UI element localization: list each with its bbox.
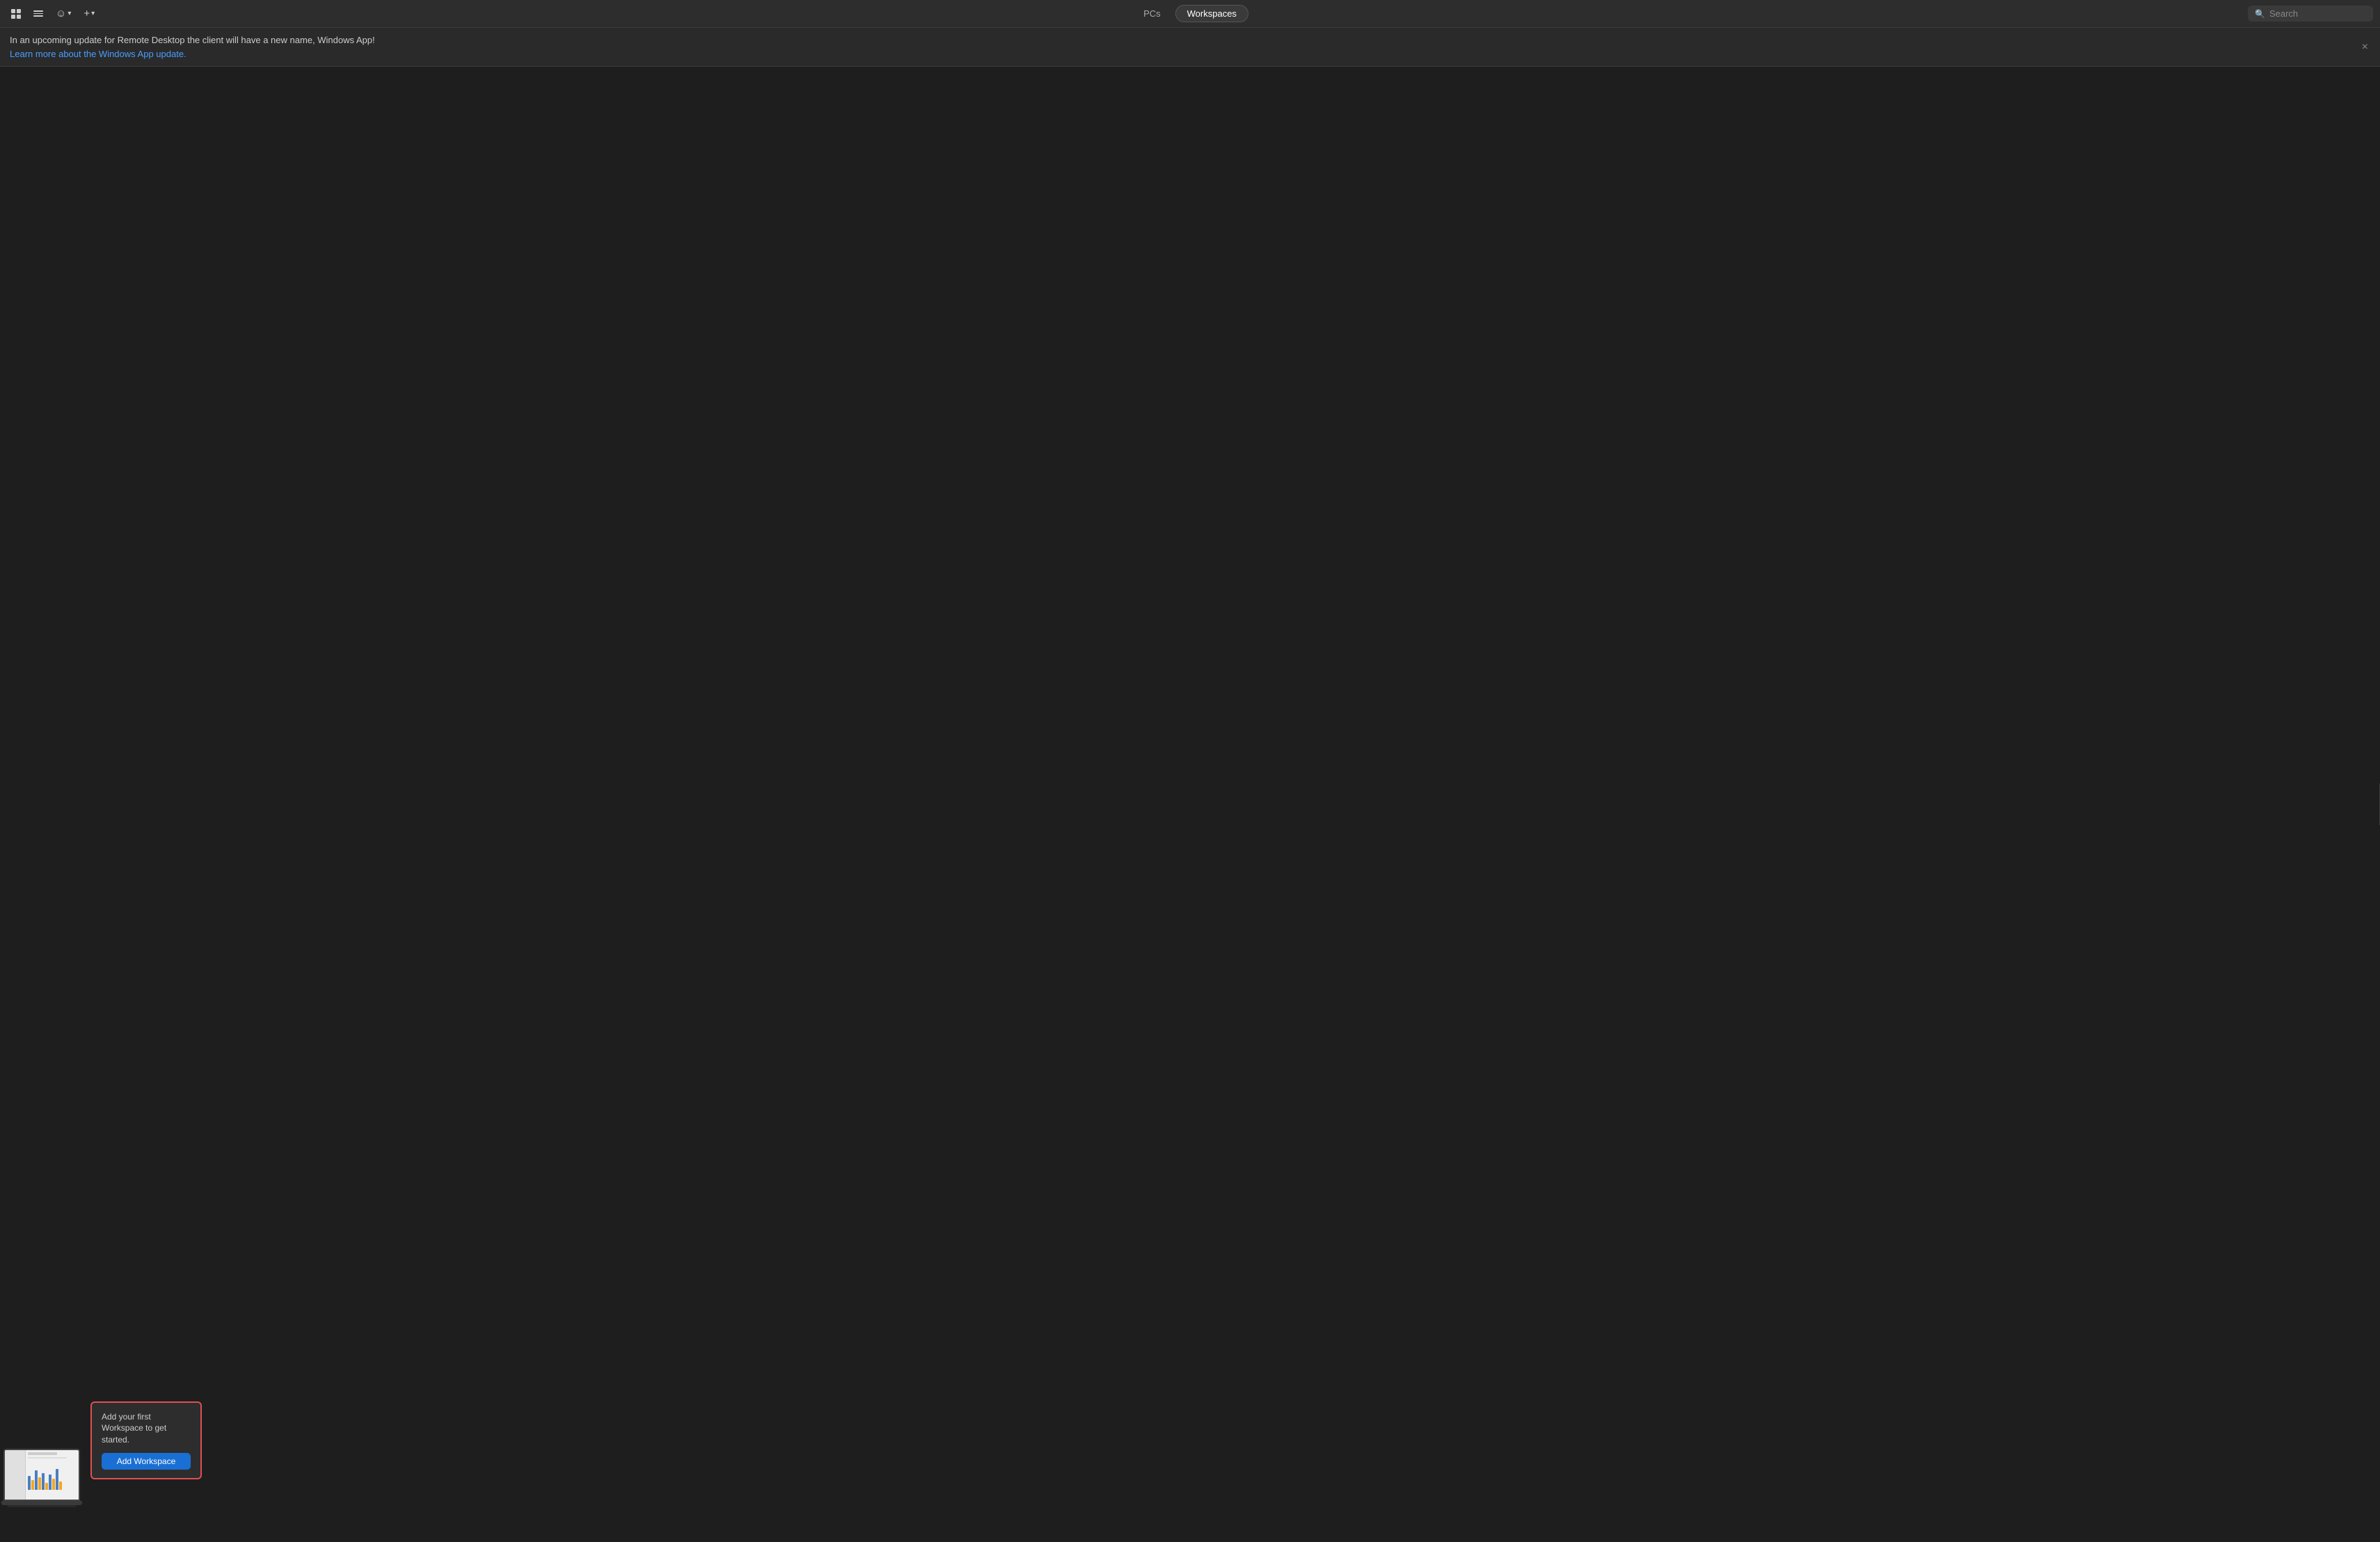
laptop-content-sim [26,1450,79,1500]
list-icon [33,10,43,17]
workspace-callout: Add your first Workspace to get started.… [90,1401,202,1479]
chart-bars [28,1469,77,1490]
main-content: Add your first Workspace to get started.… [0,67,2380,1542]
banner-message: In an upcoming update for Remote Desktop… [10,35,375,45]
list-view-button[interactable] [29,8,47,19]
banner-link[interactable]: Learn more about the Windows App update. [10,49,187,59]
chart-bar [42,1473,45,1490]
search-input[interactable] [2269,8,2366,19]
chart-bar [28,1476,31,1490]
banner-close-button[interactable]: × [2358,40,2372,54]
chevron-down-icon: ▾ [68,10,71,17]
plus-icon: + [84,8,90,19]
smiley-icon: ☺ [56,8,66,19]
chart-bar [56,1469,58,1490]
chart-bar [59,1481,62,1490]
grid-view-button[interactable] [7,6,25,22]
chart-bar [45,1483,48,1490]
add-workspace-button[interactable]: Add Workspace [102,1453,191,1470]
chart-bar [35,1470,38,1490]
grid-icon [11,9,21,19]
toolbar: ☺ ▾ + ▾ PCs Workspaces 🔍 [0,0,2380,28]
laptop-illustration [0,1449,84,1507]
tab-pcs[interactable]: PCs [1132,5,1173,22]
laptop-screen [3,1449,80,1501]
tab-workspaces[interactable]: Workspaces [1175,5,1248,22]
add-button[interactable]: + ▾ [79,5,99,22]
chart-bar [38,1477,41,1490]
chart-bar [52,1479,55,1490]
search-container: 🔍 [2248,6,2373,22]
update-banner: In an upcoming update for Remote Desktop… [0,28,2380,67]
callout-description: Add your first Workspace to get started. [102,1411,191,1446]
tab-group: PCs Workspaces [1132,5,1248,22]
search-icon: 🔍 [2255,9,2265,19]
toolbar-left: ☺ ▾ + ▾ [7,5,1126,22]
laptop-foot [7,1505,77,1507]
laptop-screen-inner [5,1450,79,1500]
chart-bar [31,1480,34,1490]
toolbar-right: 🔍 [1254,6,2373,22]
laptop-sidebar-sim [5,1450,26,1500]
account-button[interactable]: ☺ ▾ [51,5,75,22]
chart-bar [49,1475,51,1490]
chevron-down-icon-2: ▾ [91,10,95,17]
